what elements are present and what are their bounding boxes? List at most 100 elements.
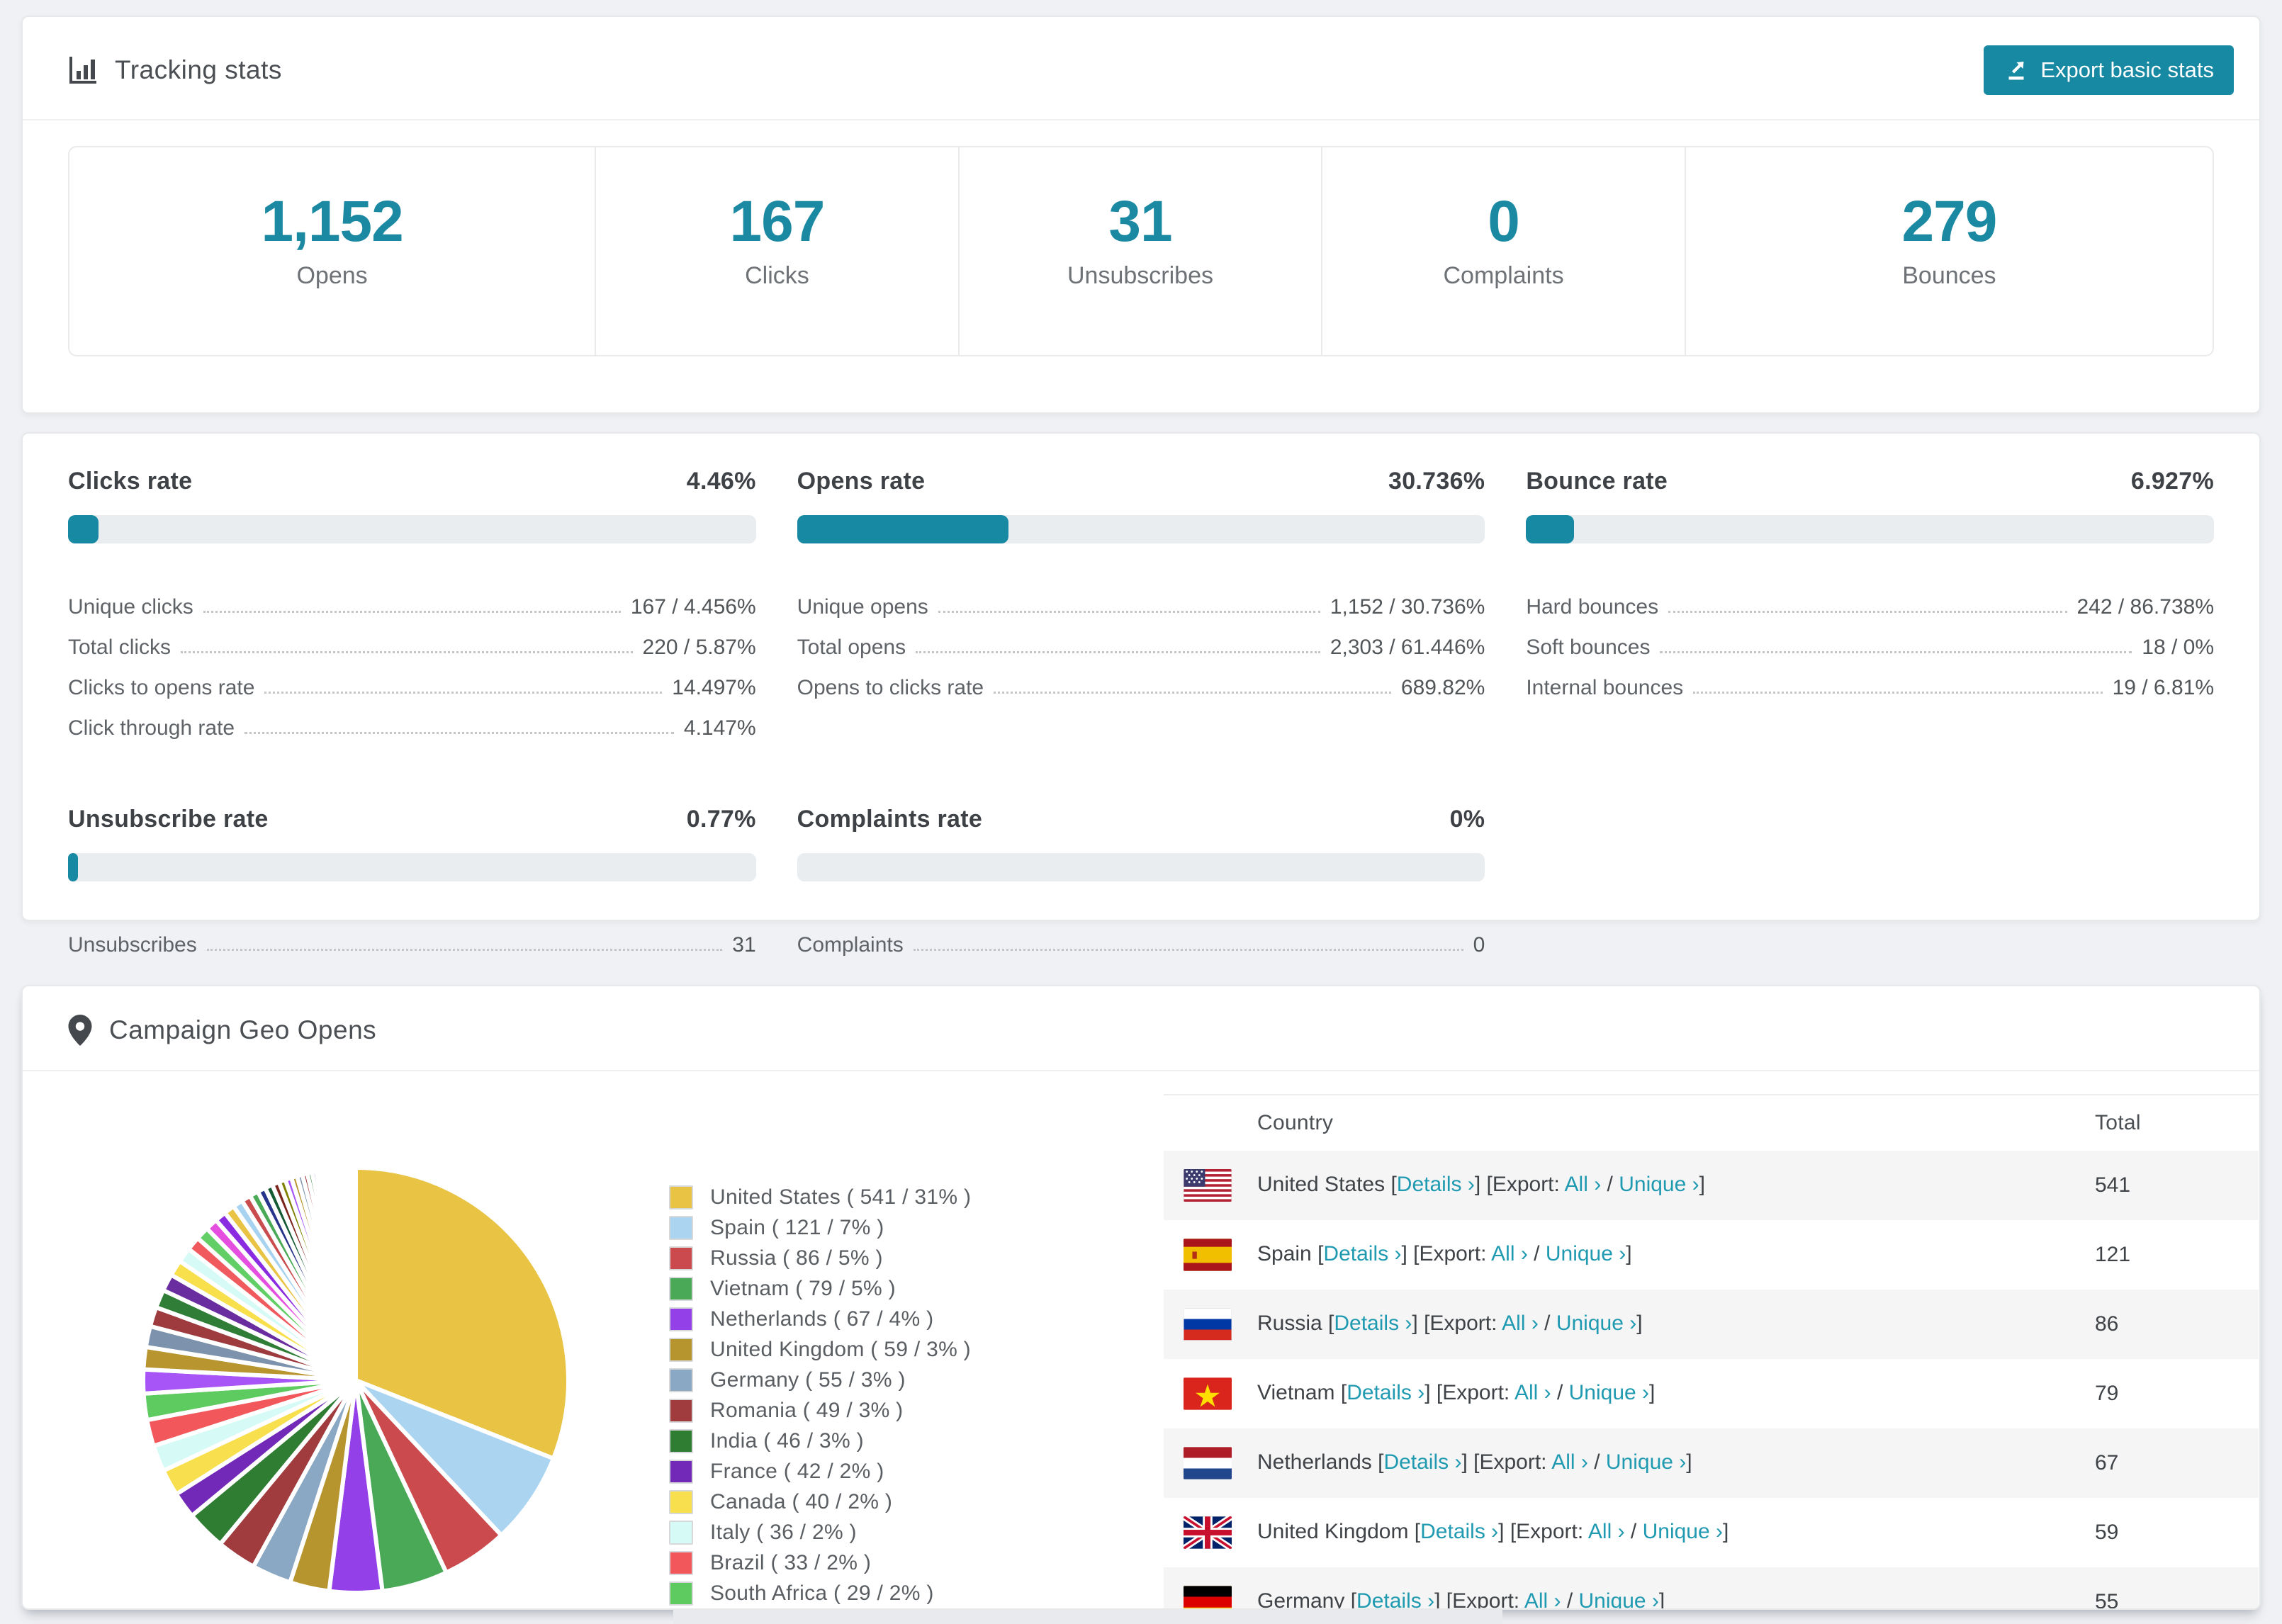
summary-bounces: 279 Bounces [1686, 147, 2213, 355]
export-all-link[interactable]: All › [1551, 1450, 1588, 1474]
export-all-link[interactable]: All › [1491, 1242, 1528, 1265]
details-link[interactable]: Details › [1334, 1312, 1412, 1335]
table-row: Vietnam [Details ›] [Export: All › / Uni… [1164, 1359, 2259, 1428]
details-link[interactable]: Details › [1383, 1450, 1461, 1474]
country-cell: Germany [Details ›] [Export: All › / Uni… [1164, 1567, 2094, 1610]
rate-header: Bounce rate 6.927% [1526, 468, 2214, 495]
progress-track [1526, 515, 2214, 543]
rate-title: Bounce rate [1526, 468, 1668, 495]
bracket-text: [ [1344, 1589, 1357, 1610]
bracket-text: ] [1626, 1241, 1632, 1265]
bracket-text: [ [1408, 1519, 1421, 1543]
legend-item: United Kingdom ( 59 / 3% ) [669, 1334, 971, 1365]
summary-value: 167 [729, 189, 826, 254]
rate-row: Unique clicks 167 / 4.456% [68, 579, 756, 619]
summary-label: Clicks [745, 262, 809, 290]
rate-title: Complaints rate [797, 806, 983, 833]
rate-row: Opens to clicks rate 689.82% [797, 660, 1485, 700]
details-link[interactable]: Details › [1420, 1520, 1498, 1543]
details-link[interactable]: Details › [1347, 1381, 1424, 1404]
summary-label: Bounces [1902, 262, 1996, 290]
total-cell: 86 [2094, 1290, 2259, 1359]
export-all-link[interactable]: All › [1565, 1173, 1602, 1196]
legend-item: Canada ( 40 / 2% ) [669, 1487, 971, 1517]
rates-grid: Clicks rate 4.46% Unique clicks 167 / 4.456… [23, 434, 2259, 1000]
legend-swatch [669, 1489, 693, 1514]
pie-legend: United States ( 541 / 31% ) Spain ( 121 /… [669, 1182, 971, 1608]
rate-row-value: 689.82% [1400, 676, 1485, 699]
export-all-link[interactable]: All › [1502, 1312, 1539, 1335]
country-name: Germany [1257, 1589, 1345, 1610]
dotted-leader [913, 949, 1463, 951]
table-row: Spain [Details ›] [Export: All › / Uniqu… [1164, 1220, 2259, 1290]
legend-label: Netherlands ( 67 / 4% ) [710, 1307, 934, 1331]
rate-section-opens: Opens rate 30.736% Unique opens 1,152 / 30.… [797, 468, 1485, 740]
export-unique-link[interactable]: Unique › [1579, 1589, 1659, 1608]
geo-table: Country Total United States [Details ›] … [1164, 1094, 2259, 1610]
bracket-text: / [1527, 1241, 1546, 1265]
export-unique-link[interactable]: Unique › [1569, 1381, 1649, 1404]
export-unique-link[interactable]: Unique › [1643, 1520, 1723, 1543]
legend-label: United States ( 541 / 31% ) [710, 1185, 972, 1209]
rate-row-value: 19 / 6.81% [2112, 676, 2214, 699]
country-name: United Kingdom [1257, 1519, 1409, 1543]
rate-row: Internal bounces 19 / 6.81% [1526, 660, 2214, 700]
export-icon [2003, 57, 2029, 83]
geo-body: United States ( 541 / 31% ) Spain ( 121 /… [23, 1071, 2259, 1608]
bracket-text: ] [1658, 1589, 1665, 1610]
dotted-leader [994, 692, 1391, 694]
legend-label: Canada ( 40 / 2% ) [710, 1489, 893, 1513]
summary-label: Unsubscribes [1067, 262, 1213, 290]
dotted-leader [938, 611, 1320, 613]
rate-row-label: Unique clicks [68, 595, 193, 619]
details-link[interactable]: Details › [1356, 1589, 1434, 1608]
export-unique-link[interactable]: Unique › [1606, 1450, 1686, 1474]
export-unique-link[interactable]: Unique › [1546, 1242, 1626, 1265]
tracking-stats-header: Tracking stats Export basic stats [23, 17, 2259, 120]
summary-label: Complaints [1443, 262, 1564, 290]
rate-value: 6.927% [2130, 468, 2214, 495]
geo-pie-chart [141, 1165, 570, 1595]
export-unique-link[interactable]: Unique › [1556, 1312, 1636, 1335]
legend-label: South Africa ( 29 / 2% ) [710, 1581, 934, 1605]
dotted-leader [916, 651, 1320, 653]
export-unique-link[interactable]: Unique › [1619, 1173, 1699, 1196]
legend-swatch [669, 1246, 693, 1270]
legend-label: Italy ( 36 / 2% ) [710, 1520, 857, 1544]
rate-value: 0.77% [686, 806, 756, 833]
rate-row: Complaints 0 [797, 917, 1485, 957]
gb-flag-icon [1184, 1516, 1232, 1549]
rate-title: Unsubscribe rate [68, 806, 269, 833]
export-basic-stats-button[interactable]: Export basic stats [1984, 45, 2234, 95]
country-name: Spain [1257, 1241, 1312, 1265]
legend-swatch [669, 1520, 693, 1545]
details-link[interactable]: Details › [1323, 1242, 1401, 1265]
rate-row: Soft bounces 18 / 0% [1526, 619, 2214, 660]
details-link[interactable]: Details › [1397, 1173, 1475, 1196]
summary-unsubscribes: 31 Unsubscribes [960, 147, 1323, 356]
dotted-leader [206, 949, 723, 951]
rate-value: 4.46% [686, 468, 756, 495]
total-cell: 79 [2095, 1382, 2119, 1405]
rate-row-value: 242 / 86.738% [2076, 595, 2215, 619]
campaign-geo-opens-card: Campaign Geo Opens United States ( 541 /… [21, 985, 2261, 1610]
summary-value: 1,152 [261, 189, 403, 254]
rate-section-unsubscribe: Unsubscribe rate 0.77% Unsubscribes 31 [68, 806, 756, 957]
rate-header: Complaints rate 0% [797, 806, 1485, 833]
us-flag-icon [1184, 1169, 1232, 1202]
rate-row-value: 31 [732, 933, 756, 957]
rate-section-complaints: Complaints rate 0% Complaints 0 [797, 806, 1485, 957]
rate-header: Unsubscribe rate 0.77% [68, 806, 756, 833]
rate-row-label: Unsubscribes [68, 933, 197, 957]
tracking-stats-card: Tracking stats Export basic stats 1,152 O… [21, 16, 2261, 414]
export-all-link[interactable]: All › [1524, 1589, 1561, 1608]
bracket-text: ] [1699, 1172, 1705, 1196]
rate-header: Clicks rate 4.46% [68, 468, 756, 495]
legend-label: Germany ( 55 / 3% ) [710, 1368, 906, 1392]
export-all-link[interactable]: All › [1514, 1381, 1551, 1404]
dotted-leader [203, 611, 621, 613]
total-cell: 541 [2094, 1151, 2259, 1220]
rate-row: Total clicks 220 / 5.87% [68, 619, 756, 660]
export-all-link[interactable]: All › [1588, 1520, 1625, 1543]
country-name: Netherlands [1257, 1450, 1372, 1474]
